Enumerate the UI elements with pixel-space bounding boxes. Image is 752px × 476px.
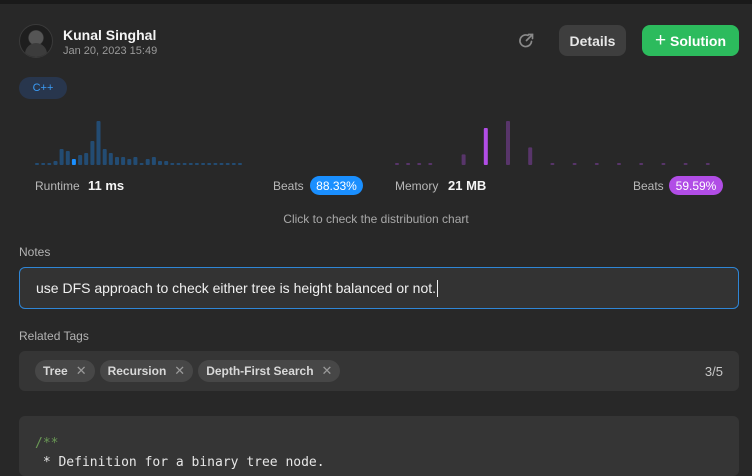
distribution-bar[interactable] [59,149,64,165]
distribution-bar[interactable] [201,163,206,165]
memory-distribution-chart[interactable] [395,112,725,167]
tag-label: Depth-First Search [206,364,314,378]
notes-label: Notes [19,245,51,259]
runtime-beats-badge: 88.33% [310,176,363,195]
distribution-bar[interactable] [506,121,510,165]
distribution-bar[interactable] [151,157,156,165]
username[interactable]: Kunal Singhal [63,27,156,43]
distribution-bar[interactable] [133,157,138,165]
distribution-bar[interactable] [47,163,52,165]
runtime-distribution-chart[interactable] [35,112,365,167]
language-tag: C++ [19,77,67,99]
distribution-bar[interactable] [158,161,162,165]
tag-recursion[interactable]: Recursion ✕ [99,360,194,382]
notes-text: use DFS approach to check either tree is… [36,280,437,296]
runtime-value: 11 ms [88,178,125,193]
distribution-bar[interactable] [90,141,95,165]
distribution-bar[interactable] [238,163,242,165]
distribution-bar[interactable] [188,163,193,165]
runtime-beats-label: Beats [273,179,304,193]
distribution-bar[interactable] [461,154,466,165]
distribution-bar[interactable] [182,163,187,165]
distribution-bar[interactable] [78,155,83,165]
distribution-bar[interactable] [35,163,39,165]
distribution-bar[interactable] [219,163,224,165]
distribution-bar[interactable] [84,153,89,165]
distribution-bar[interactable] [225,163,230,165]
distribution-bar[interactable] [53,161,58,165]
distribution-bar[interactable] [121,157,126,165]
remove-tag-icon[interactable]: ✕ [322,363,333,379]
details-button[interactable]: Details [559,25,626,56]
distribution-bar[interactable] [102,149,107,165]
runtime-label: Runtime [35,179,80,193]
memory-value: 21 MB [448,178,487,193]
code-line: /** [35,436,59,451]
top-border [0,0,752,4]
distribution-bar[interactable] [406,163,411,165]
distribution-bar[interactable] [428,163,433,165]
distribution-bar[interactable] [550,163,555,165]
distribution-bar[interactable] [661,163,666,165]
related-tags-field[interactable]: Tree ✕ Recursion ✕ Depth-First Search ✕ … [19,351,739,391]
tag-label: Tree [43,364,68,378]
distribution-bar[interactable] [395,163,399,165]
solution-button[interactable]: + Solution [642,25,739,56]
distribution-bar[interactable] [683,163,688,165]
distribution-bar[interactable] [41,163,46,165]
distribution-bar[interactable] [96,121,101,165]
distribution-bar[interactable] [213,163,218,165]
distribution-bar[interactable] [164,161,169,165]
distribution-bar[interactable] [176,163,181,165]
distribution-bar[interactable] [194,163,199,165]
distribution-bar[interactable] [639,163,644,165]
submission-timestamp: Jan 20, 2023 15:49 [63,45,158,57]
distribution-bar[interactable] [594,163,599,165]
distribution-chart-hint[interactable]: Click to check the distribution chart [0,212,752,226]
distribution-bar[interactable] [139,163,144,165]
distribution-bar[interactable] [170,163,175,165]
memory-beats-badge: 59.59% [669,176,723,195]
distribution-bar[interactable] [417,163,422,165]
share-icon[interactable] [516,31,536,51]
tag-tree[interactable]: Tree ✕ [35,360,95,382]
distribution-bar[interactable] [65,151,70,165]
distribution-bar[interactable] [231,163,236,165]
distribution-bar[interactable] [207,163,212,165]
distribution-bar[interactable] [108,153,113,165]
memory-beats-label: Beats [633,179,664,193]
distribution-bar[interactable] [705,163,710,165]
plus-icon: + [654,30,667,51]
notes-input[interactable]: use DFS approach to check either tree is… [19,267,739,309]
solution-button-label: Solution [670,32,727,49]
avatar[interactable] [19,24,53,58]
remove-tag-icon[interactable]: ✕ [174,363,185,379]
distribution-bar[interactable] [115,157,119,165]
distribution-bar[interactable] [145,159,150,165]
distribution-bar[interactable] [617,163,621,165]
tag-label: Recursion [107,364,167,378]
related-tags-label: Related Tags [19,329,89,343]
distribution-bar[interactable] [127,159,132,165]
text-cursor [437,279,439,297]
memory-label: Memory [395,179,439,193]
tag-depth-first-search[interactable]: Depth-First Search ✕ [198,360,341,382]
distribution-bar[interactable] [572,163,577,165]
code-block[interactable]: /** * Definition for a binary tree node. [19,416,739,476]
remove-tag-icon[interactable]: ✕ [76,363,87,379]
tag-count: 3/5 [704,363,723,379]
distribution-bar[interactable] [483,128,488,165]
distribution-bar[interactable] [71,159,76,165]
avatar-figure [25,43,47,57]
distribution-bar[interactable] [528,147,533,165]
code-line: * Definition for a binary tree node. [35,455,325,470]
